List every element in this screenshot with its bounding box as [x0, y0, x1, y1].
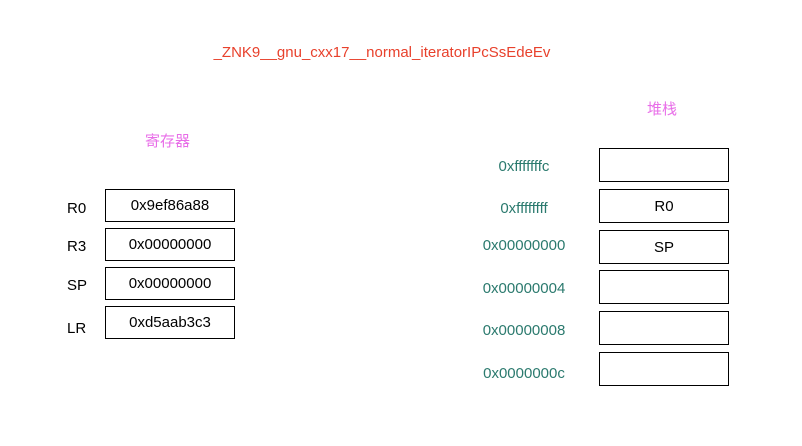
- stack-address: 0x0000000c: [483, 365, 565, 382]
- stack-address: 0xfffffffc: [498, 158, 550, 175]
- register-name-sp: SP: [67, 277, 88, 294]
- register-name-r3: R3: [67, 238, 87, 255]
- stack-slot: [599, 270, 729, 304]
- register-value-lr: 0xd5aab3c3: [105, 306, 235, 339]
- stack-slot: [599, 311, 729, 345]
- register-value-sp: 0x00000000: [105, 267, 235, 300]
- register-value-text: 0xd5aab3c3: [129, 314, 211, 331]
- stack-address: 0x00000004: [482, 280, 566, 297]
- register-name-lr: LR: [67, 320, 87, 337]
- stack-address: 0x00000000: [482, 237, 566, 254]
- register-value-r0: 0x9ef86a88: [105, 189, 235, 222]
- register-name-r0: R0: [67, 200, 87, 217]
- stack-slot: [599, 148, 729, 182]
- stack-label: 堆栈: [647, 100, 678, 118]
- stack-slot-value: SP: [653, 238, 674, 256]
- stack-slot: [599, 352, 729, 386]
- stack-address: 0xffffffff: [500, 200, 548, 217]
- registers-label: 寄存器: [145, 132, 191, 150]
- function-title: _ZNK9__gnu_cxx17__normal_iteratorIPcSsEd…: [213, 44, 551, 61]
- register-value-text: 0x9ef86a88: [130, 197, 210, 214]
- register-value-text: 0x00000000: [128, 275, 212, 292]
- stack-address: 0x00000008: [482, 322, 566, 339]
- stack-slot: R0: [599, 189, 729, 223]
- register-value-r3: 0x00000000: [105, 228, 235, 261]
- stack-slot: SP: [599, 230, 729, 264]
- register-value-text: 0x00000000: [128, 236, 212, 253]
- stack-slot-value: R0: [654, 197, 674, 215]
